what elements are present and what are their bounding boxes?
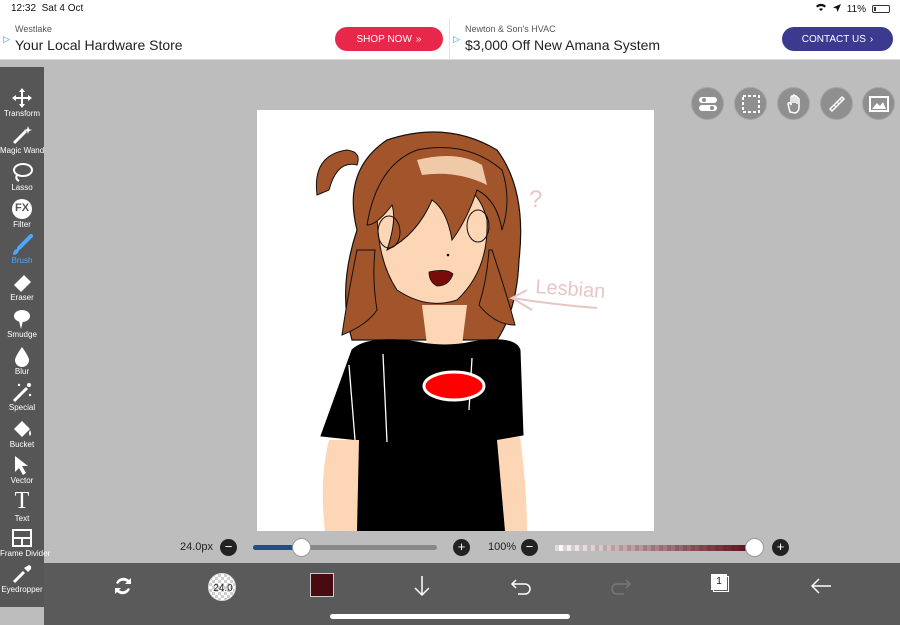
text-icon: T	[14, 488, 30, 514]
ruler-button[interactable]	[820, 87, 853, 120]
redo-button[interactable]	[608, 573, 634, 599]
opacity-decrease-button[interactable]: −	[521, 539, 538, 556]
tool-smudge[interactable]: Smudge	[0, 306, 44, 342]
import-down-button[interactable]	[409, 573, 435, 599]
opacity-increase-button[interactable]: +	[772, 539, 789, 556]
back-button[interactable]	[808, 573, 834, 599]
contact-us-button[interactable]: CONTACT US ›	[782, 27, 893, 51]
brush-size-increase-button[interactable]: +	[453, 539, 470, 556]
ad-headline: Your Local Hardware Store	[15, 37, 183, 53]
tool-blur[interactable]: Blur	[0, 343, 44, 379]
chevron-right-icon: ›	[869, 33, 874, 45]
undo-icon	[510, 579, 531, 595]
eraser-icon	[14, 275, 31, 292]
move-icon	[12, 88, 32, 108]
tool-lasso[interactable]: Lasso	[0, 159, 44, 195]
adchoices-icon[interactable]: ▷	[453, 34, 461, 44]
tool-brush[interactable]: Brush	[0, 232, 44, 268]
brush-preview-label: 24.0	[213, 583, 233, 594]
adchoices-icon[interactable]: ▷	[3, 34, 11, 44]
bucket-icon	[14, 421, 31, 437]
brush-size-decrease-button[interactable]: −	[220, 539, 237, 556]
tool-text[interactable]: T Text	[0, 488, 44, 524]
image-import-button[interactable]	[862, 87, 895, 120]
transform-tool-button[interactable]	[110, 573, 136, 599]
eyedropper-icon	[12, 565, 32, 584]
location-icon	[832, 3, 841, 15]
ad-headline: $3,000 Off New Amana System	[465, 37, 661, 53]
hand-icon	[786, 93, 800, 114]
ad-left[interactable]: ▷ Westlake Your Local Hardware Store SHO…	[0, 18, 450, 60]
annotation-question: ?	[529, 186, 542, 213]
opacity-thumb[interactable]	[745, 538, 764, 557]
opacity-slider[interactable]	[555, 545, 755, 551]
hand-tool-button[interactable]	[777, 87, 810, 120]
tool-sidebar: Transform Magic Wand Lasso FX Filter Bru…	[0, 67, 50, 607]
ad-right[interactable]: ▷ Newton & Son's HVAC $3,000 Off New Ama…	[450, 18, 900, 60]
magic-wand-icon	[12, 126, 32, 145]
selection-button[interactable]	[734, 87, 767, 120]
tool-bucket[interactable]: Bucket	[0, 416, 44, 452]
battery-icon	[872, 5, 890, 13]
fx-glyph: FX	[14, 202, 30, 214]
tool-vector[interactable]: Vector	[0, 452, 44, 488]
rotate-arrows-icon	[115, 577, 131, 595]
opacity-value: 100%	[488, 541, 517, 553]
special-icon	[12, 383, 32, 403]
brush-size-thumb[interactable]	[291, 538, 311, 557]
image-icon	[868, 95, 889, 112]
arrow-down-icon	[414, 576, 430, 597]
layer-count: 1	[711, 574, 727, 590]
ad-brand: Westlake	[15, 24, 52, 34]
vector-arrow-icon	[15, 456, 28, 475]
dashed-selection-icon	[741, 94, 760, 113]
brush-size-slider[interactable]	[253, 545, 437, 550]
artwork: ? Lesbian	[315, 131, 606, 532]
drawing-canvas[interactable]: ? Lesbian	[257, 110, 654, 532]
layers-button[interactable]: 1	[711, 574, 731, 594]
ad-banner-bar: ▷ Westlake Your Local Hardware Store SHO…	[0, 18, 900, 60]
brush-icon	[13, 234, 33, 255]
blur-drop-icon	[15, 347, 29, 367]
home-indicator	[330, 614, 570, 619]
tool-transform[interactable]: Transform	[0, 85, 44, 121]
toggle-icon	[698, 96, 717, 111]
arrow-left-icon	[810, 578, 831, 594]
color-picker-button[interactable]	[310, 573, 334, 597]
tool-eyedropper[interactable]: Eyedropper	[0, 561, 44, 597]
lasso-icon	[13, 163, 33, 182]
ruler-icon	[828, 95, 845, 112]
smudge-icon	[14, 310, 30, 329]
redo-icon	[611, 579, 632, 595]
shop-now-button[interactable]: SHOP NOW»	[335, 27, 443, 51]
status-time: 12:32 Sat 4 Oct	[11, 3, 84, 14]
wifi-icon	[815, 3, 827, 15]
tool-special[interactable]: Special	[0, 379, 44, 415]
tool-magic-wand[interactable]: Magic Wand	[0, 122, 44, 158]
status-bar: 12:32 Sat 4 Oct 11%	[0, 0, 900, 18]
ad-brand: Newton & Son's HVAC	[465, 24, 556, 34]
double-chevron-icon: »	[415, 33, 422, 45]
brush-size-value: 24.0px	[180, 541, 214, 553]
battery-percent: 11%	[846, 3, 866, 15]
brush-preview-button[interactable]: 24.0	[208, 573, 236, 601]
annotation-text: Lesbian	[535, 276, 606, 303]
brush-settings-row: 24.0px − + 100% − +	[0, 536, 900, 560]
undo-button[interactable]	[508, 573, 534, 599]
tool-eraser[interactable]: Eraser	[0, 269, 44, 305]
tool-filter[interactable]: FX Filter	[0, 196, 44, 232]
layer-toggle-button[interactable]	[691, 87, 724, 120]
